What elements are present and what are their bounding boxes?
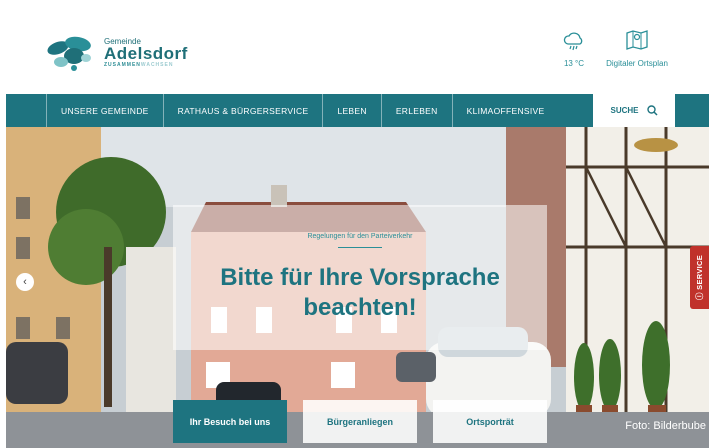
hero-overlay: Regelungen für den Parteiverkehr Bitte f…: [173, 205, 547, 350]
hero-divider: [338, 247, 382, 248]
search-label: SUCHE: [610, 106, 639, 115]
site-header: Gemeinde Adelsdorf ZUSAMMENWACHSEN 13 °C…: [0, 0, 709, 94]
nav-item-rathaus-buergerservice[interactable]: RATHAUS & BÜRGERSERVICE: [162, 94, 323, 127]
service-tab[interactable]: ⓘ SERVICE: [690, 246, 709, 309]
digital-map-link[interactable]: Digitaler Ortsplan: [596, 28, 678, 68]
logo-tagline-main: ZUSAMMEN: [104, 61, 141, 68]
hero-subtitle[interactable]: Regelungen für den Parteiverkehr: [173, 233, 547, 240]
logo-mark-icon: [47, 36, 91, 71]
service-label: SERVICE: [695, 254, 704, 290]
site-logo[interactable]: Gemeinde Adelsdorf ZUSAMMENWACHSEN: [44, 28, 194, 76]
nav-item-unsere-gemeinde[interactable]: UNSERE GEMEINDE: [46, 94, 163, 127]
service-label-wrap: ⓘ SERVICE: [694, 255, 705, 300]
logo-name: Adelsdorf: [104, 43, 188, 63]
weather-widget[interactable]: 13 °C: [558, 32, 590, 68]
logo-tagline-light: WACHSEN: [140, 61, 174, 68]
nav-item-erleben[interactable]: ERLEBEN: [380, 94, 452, 127]
rain-cloud-icon: [563, 32, 583, 51]
hero-title[interactable]: Bitte für Ihre Vorsprache beachten!: [193, 263, 527, 323]
map-icon: [626, 30, 648, 50]
weather-temperature: 13 °C: [563, 59, 585, 68]
nav-item-klimaoffensive[interactable]: KLIMAOFFENSIVE: [451, 94, 559, 127]
search-icon: [646, 105, 658, 116]
town-portrait-button[interactable]: Ortsporträt: [433, 400, 547, 443]
photo-credit: Foto: Bilderbube: [625, 420, 706, 432]
nav-item-leben[interactable]: LEBEN: [322, 94, 380, 127]
digital-map-label: Digitaler Ortsplan: [606, 59, 668, 68]
slider-prev-button[interactable]: ‹: [16, 273, 34, 291]
logo-tagline: ZUSAMMENWACHSEN: [104, 62, 188, 68]
chevron-left-icon: ‹: [23, 276, 27, 288]
main-navigation: UNSERE GEMEINDE RATHAUS & BÜRGERSERVICE …: [6, 94, 709, 127]
info-icon: ⓘ: [695, 292, 704, 301]
search-button[interactable]: SUCHE: [593, 94, 675, 127]
visit-button[interactable]: Ihr Besuch bei uns: [173, 400, 287, 443]
citizen-concerns-button[interactable]: Bürgeranliegen: [303, 400, 417, 443]
